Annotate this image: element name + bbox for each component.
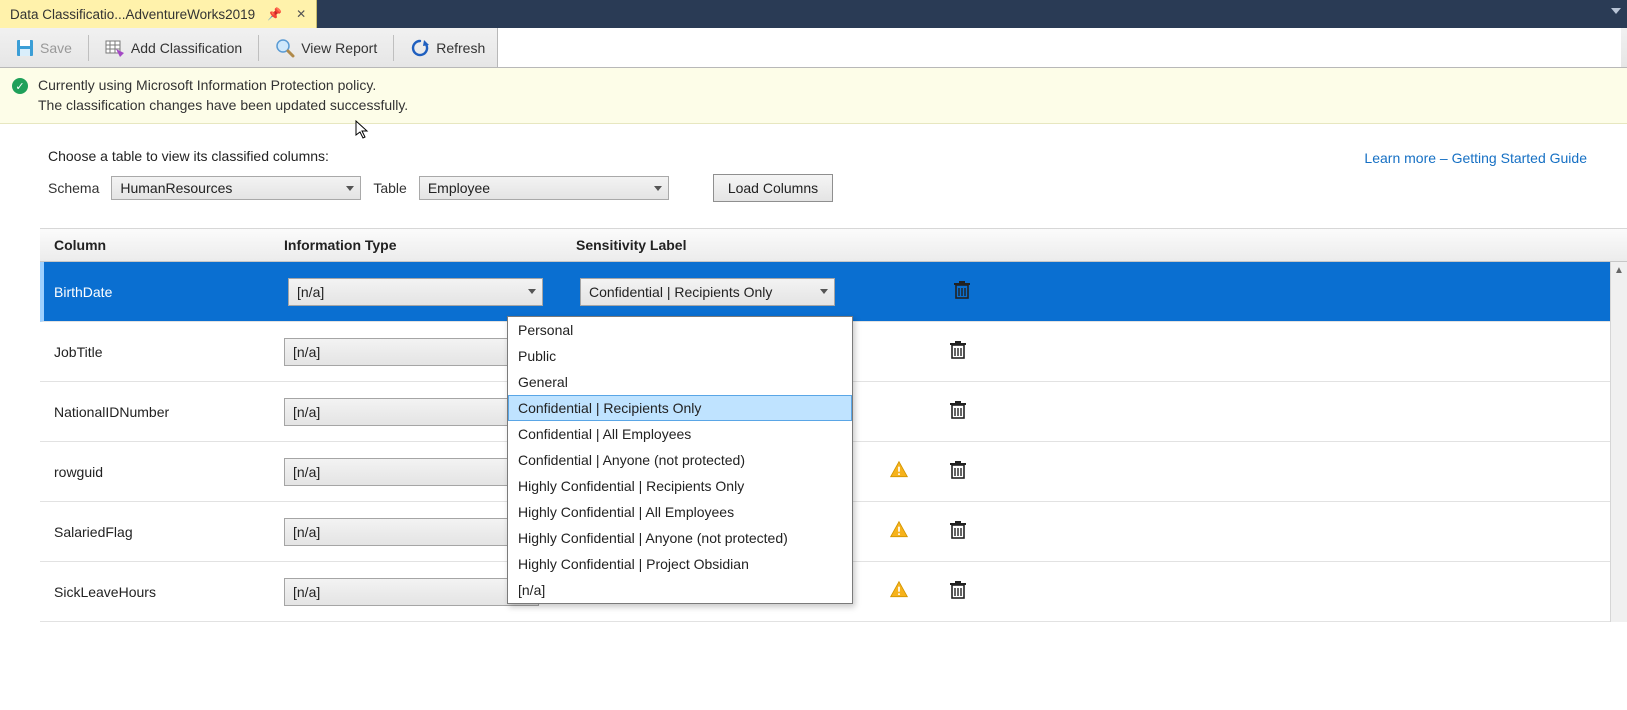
toolbar-separator [258,35,259,61]
save-icon [16,39,34,57]
information-type-value: [n/a] [293,524,320,540]
add-classification-button[interactable]: Add Classification [95,34,252,62]
schema-label: Schema [48,180,99,196]
information-type-value: [n/a] [297,284,324,300]
header-information-type[interactable]: Information Type [278,229,570,261]
dropdown-option[interactable]: Public [508,343,852,369]
chevron-down-icon [654,186,662,191]
sensitivity-label-combobox[interactable]: Confidential | Recipients Only [580,278,835,306]
warning-icon [889,460,909,483]
column-name-cell: JobTitle [40,344,278,360]
classification-grid: Column Information Type Sensitivity Labe… [40,228,1627,622]
document-tab[interactable]: Data Classificatio...AdventureWorks2019 … [0,0,317,28]
column-name-cell: SickLeaveHours [40,584,278,600]
trash-icon [953,287,971,303]
add-classification-label: Add Classification [131,40,242,56]
delete-row-button[interactable] [953,280,971,303]
view-report-button[interactable]: View Report [265,34,387,62]
dropdown-option[interactable]: Confidential | Recipients Only [508,395,852,421]
sensitivity-dropdown-popup[interactable]: PersonalPublicGeneralConfidential | Reci… [507,316,853,604]
table-row[interactable]: BirthDate [n/a] Confidential | Recipients … [40,262,1627,322]
information-type-combobox[interactable]: [n/a] [288,278,543,306]
chevron-down-icon [528,289,536,294]
column-name-cell: rowguid [40,464,278,480]
sensitivity-label-value: Confidential | Recipients Only [589,284,772,300]
table-label: Table [373,180,406,196]
learn-more-label: Learn more – Getting Started Guide [1364,150,1587,166]
schema-combobox[interactable]: HumanResources [111,176,361,200]
delete-row-button[interactable] [949,580,967,603]
load-columns-button[interactable]: Load Columns [713,174,833,202]
close-icon[interactable]: ✕ [294,7,308,21]
view-report-label: View Report [301,40,377,56]
dropdown-option[interactable]: Highly Confidential | Project Obsidian [508,551,852,577]
warning-icon [889,520,909,543]
dropdown-option[interactable]: Confidential | Anyone (not protected) [508,447,852,473]
trash-icon [949,467,967,483]
magnifier-icon [275,38,295,58]
load-columns-label: Load Columns [728,180,818,196]
trash-icon [949,527,967,543]
header-column[interactable]: Column [40,229,278,261]
pin-icon[interactable]: 📌 [265,7,284,21]
toolbar-blank [497,28,1621,67]
banner-line-1: Currently using Microsoft Information Pr… [38,76,408,96]
delete-row-button[interactable] [949,520,967,543]
table-combobox-value: Employee [428,180,490,196]
information-type-combobox[interactable]: [n/a] [284,578,539,606]
information-type-value: [n/a] [293,464,320,480]
toolbar: Save Add Classification View Report [0,28,1627,68]
save-label: Save [40,40,72,56]
dropdown-option[interactable]: Highly Confidential | All Employees [508,499,852,525]
trash-icon [949,587,967,603]
warning-icon [889,580,909,603]
information-type-value: [n/a] [293,584,320,600]
header-sensitivity-label[interactable]: Sensitivity Label [570,229,870,261]
trash-icon [949,407,967,423]
table-combobox[interactable]: Employee [419,176,669,200]
dropdown-option[interactable]: [n/a] [508,577,852,603]
refresh-icon [410,38,430,58]
controls-region: Choose a table to view its classified co… [0,124,1627,214]
column-name-cell: NationalIDNumber [40,404,278,420]
information-type-value: [n/a] [293,404,320,420]
toolbar-separator [393,35,394,61]
refresh-label: Refresh [436,40,485,56]
toolbar-separator [88,35,89,61]
information-type-combobox[interactable]: [n/a] [284,338,539,366]
dropdown-option[interactable]: Highly Confidential | Anyone (not protec… [508,525,852,551]
vertical-scrollbar[interactable]: ▲ [1610,262,1627,622]
information-type-value: [n/a] [293,344,320,360]
delete-row-button[interactable] [949,400,967,423]
chevron-down-icon [346,186,354,191]
save-button[interactable]: Save [6,35,82,61]
information-type-combobox[interactable]: [n/a] [284,518,539,546]
learn-more-link[interactable]: Learn more – Getting Started Guide [1364,150,1587,166]
trash-icon [949,347,967,363]
column-name-cell: SalariedFlag [40,524,278,540]
success-check-icon: ✓ [12,78,28,94]
schema-combobox-value: HumanResources [120,180,232,196]
refresh-button[interactable]: Refresh [400,34,495,62]
dropdown-option[interactable]: General [508,369,852,395]
information-type-combobox[interactable]: [n/a] [284,398,539,426]
delete-row-button[interactable] [949,460,967,483]
column-name-cell: BirthDate [44,284,282,300]
grid-header: Column Information Type Sensitivity Labe… [40,228,1627,262]
instruction-text: Choose a table to view its classified co… [48,148,833,164]
chevron-down-icon [820,289,828,294]
information-type-combobox[interactable]: [n/a] [284,458,539,486]
delete-row-button[interactable] [949,340,967,363]
table-tag-icon [105,38,125,58]
scroll-up-icon[interactable]: ▲ [1611,262,1627,279]
document-tab-title: Data Classificatio...AdventureWorks2019 [10,7,255,22]
dropdown-option[interactable]: Confidential | All Employees [508,421,852,447]
banner-line-2: The classification changes have been upd… [38,96,408,116]
window-menu-caret-icon[interactable] [1611,8,1621,14]
info-banner: ✓ Currently using Microsoft Information … [0,68,1627,124]
title-bar: Data Classificatio...AdventureWorks2019 … [0,0,1627,28]
dropdown-option[interactable]: Highly Confidential | Recipients Only [508,473,852,499]
dropdown-option[interactable]: Personal [508,317,852,343]
